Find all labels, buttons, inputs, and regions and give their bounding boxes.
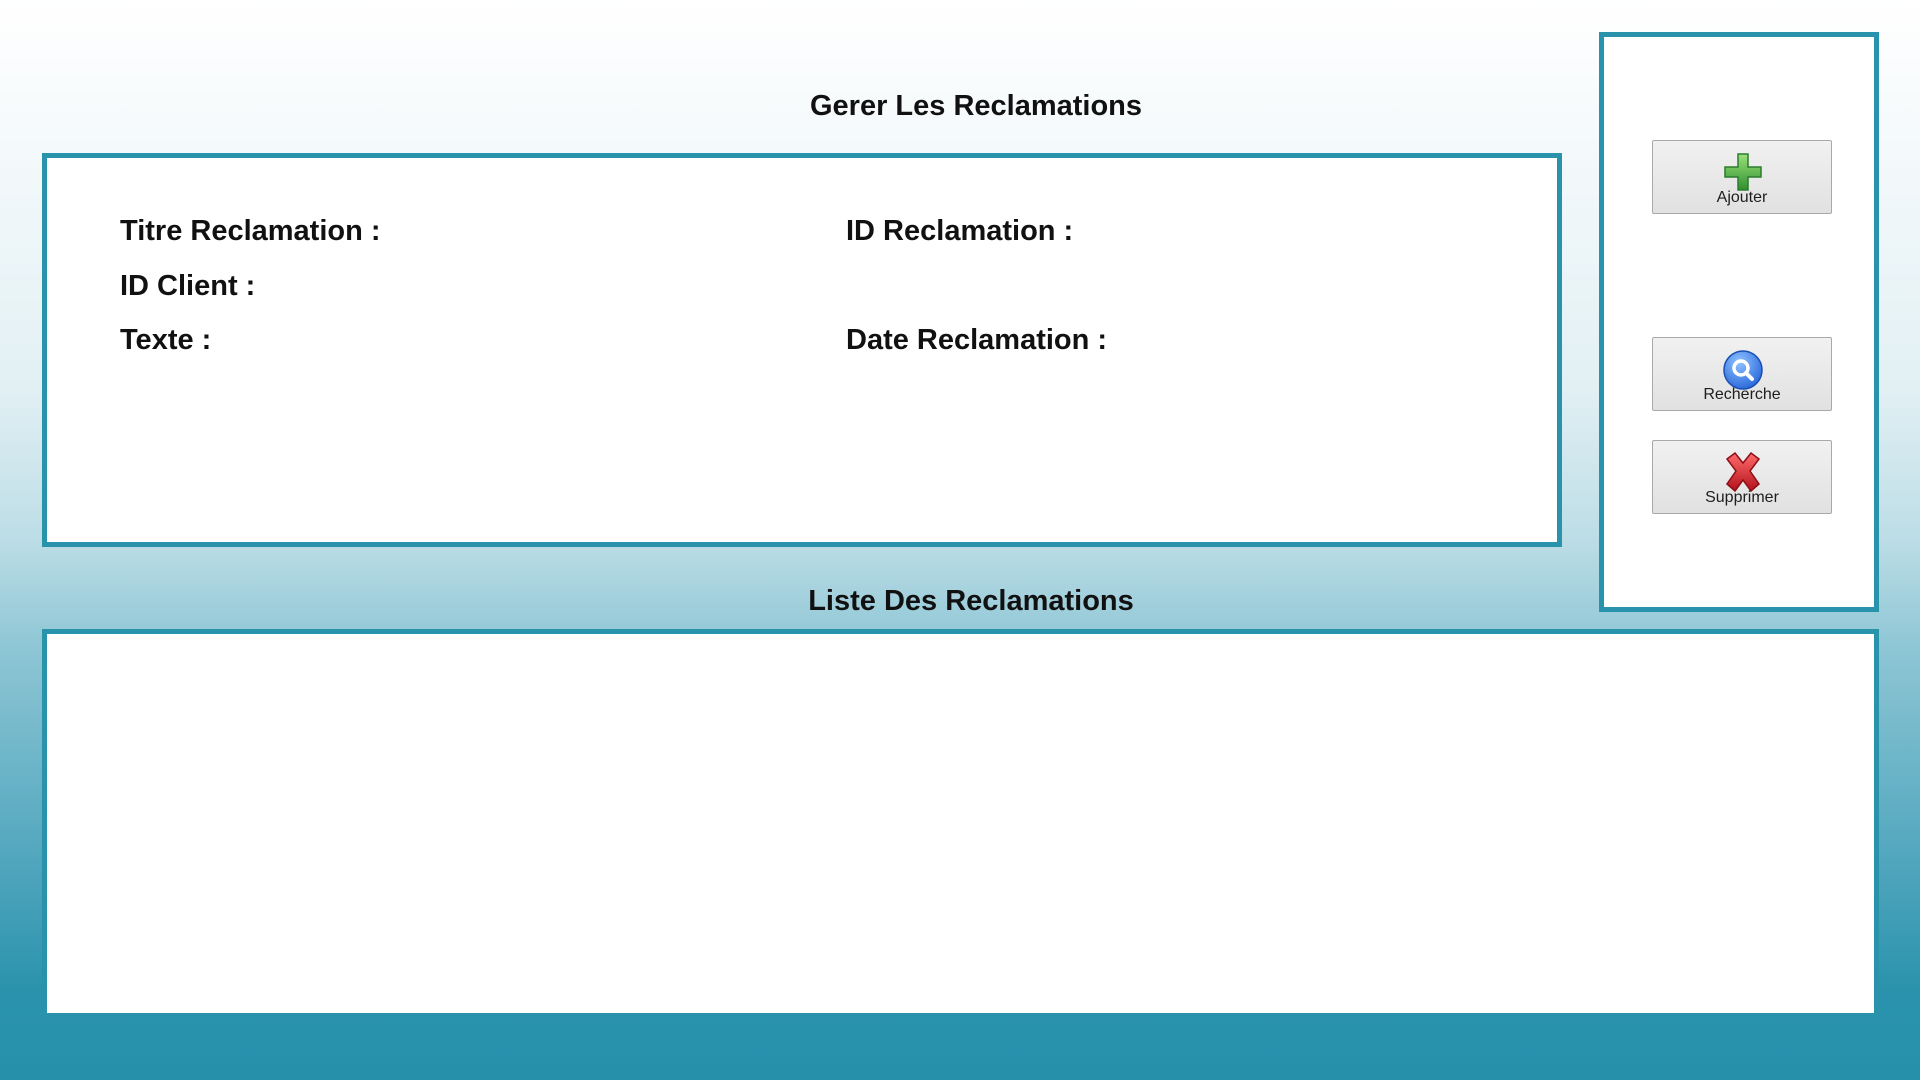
supprimer-button[interactable]: Supprimer bbox=[1652, 440, 1832, 514]
actions-panel: Ajouter Recherche Supprimer bbox=[1599, 32, 1879, 612]
recherche-button[interactable]: Recherche bbox=[1652, 337, 1832, 411]
id-reclamation-label: ID Reclamation : bbox=[846, 215, 1074, 247]
recherche-label: Recherche bbox=[1703, 386, 1781, 403]
ajouter-button[interactable]: Ajouter bbox=[1652, 140, 1832, 214]
id-client-label: ID Client : bbox=[120, 270, 256, 302]
date-reclamation-label: Date Reclamation : bbox=[846, 324, 1108, 356]
supprimer-label: Supprimer bbox=[1705, 489, 1779, 506]
texte-label: Texte : bbox=[120, 324, 212, 356]
ajouter-label: Ajouter bbox=[1716, 189, 1768, 206]
titre-reclamation-label: Titre Reclamation : bbox=[120, 215, 381, 247]
list-reclamations-title: Liste Des Reclamations bbox=[808, 585, 1134, 617]
reclamation-form-panel: Titre Reclamation : ID Reclamation : ID … bbox=[42, 153, 1562, 547]
reclamations-list-panel[interactable] bbox=[42, 629, 1879, 1018]
